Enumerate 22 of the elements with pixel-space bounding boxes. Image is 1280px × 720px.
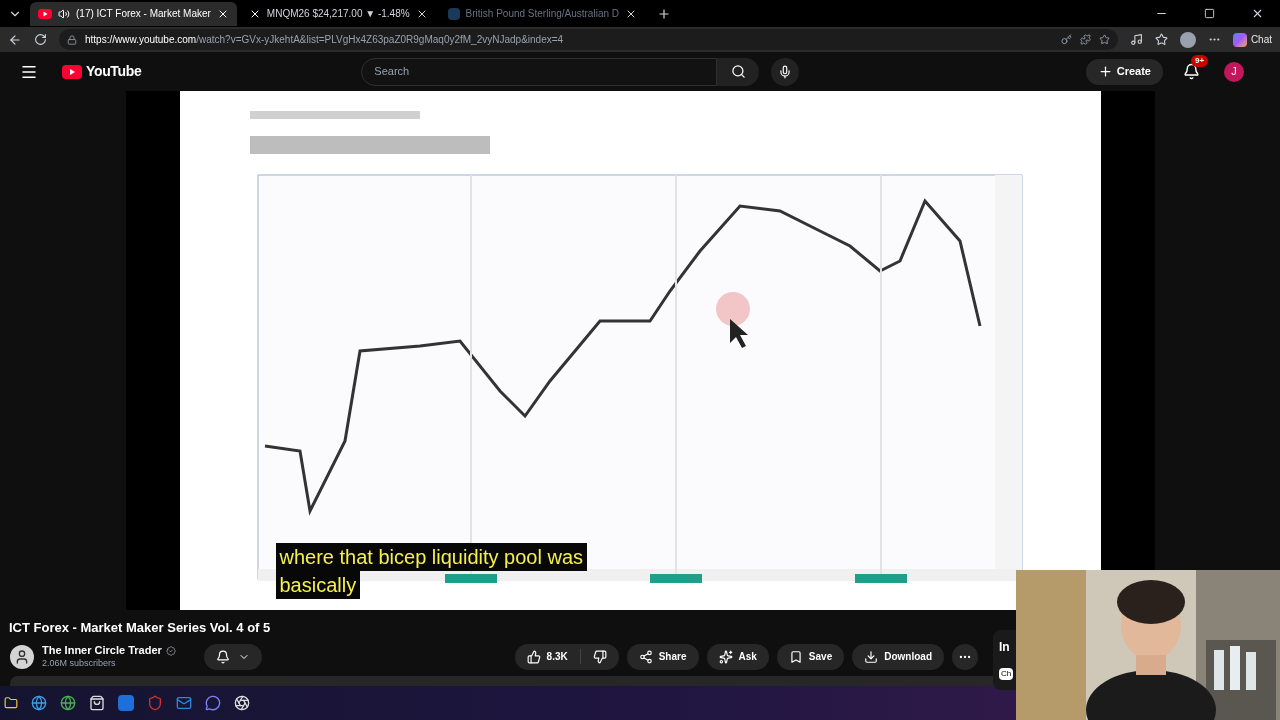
video-title: ICT Forex - Market Maker Series Vol. 4 of 5 xyxy=(9,619,271,637)
browser-tab[interactable]: (17) ICT Forex - Market Maker xyxy=(30,1,237,26)
tab-title: (17) ICT Forex - Market Maker xyxy=(76,7,211,21)
channel-name[interactable]: The Inner Circle Trader xyxy=(42,644,162,658)
account-avatar[interactable]: J xyxy=(1224,61,1244,82)
address-field[interactable]: https://www.youtube.com/watch?v=GVx-yJkehtA&list=PLVgHx4Z63paZ0R9gMaq0y2fM_2vyNJadp&index=4 xyxy=(59,29,1118,50)
panel-heading: In xyxy=(999,639,1010,656)
save-button[interactable]: Save xyxy=(776,643,845,670)
tab-title: MNQM26 $24,217.00 ▼ -1.48% xyxy=(266,7,410,21)
download-button[interactable]: Download xyxy=(852,643,944,670)
logo-text[interactable]: YouTube xyxy=(86,61,142,82)
share-button[interactable]: Share xyxy=(626,643,699,670)
tab-title: British Pound Sterling/Australian D xyxy=(465,7,619,21)
notification-badge: 9+ xyxy=(1191,55,1209,67)
search-input[interactable]: Search xyxy=(374,63,705,80)
search-field[interactable]: Search xyxy=(361,57,718,86)
chat-button[interactable]: Chat xyxy=(1232,32,1272,47)
ask-button[interactable]: Ask xyxy=(706,643,769,670)
create-button[interactable]: Create xyxy=(1085,58,1163,85)
url-text: https://www.youtube.com/watch?v=GVx-yJkehtA&list=PLVgHx4Z63paZ0R9gMaq0y2fM_2vyNJadp&index=4 xyxy=(85,33,564,47)
subscriber-count: 2.06M subscribers xyxy=(42,657,117,669)
chip[interactable]: Ch xyxy=(999,668,1014,680)
